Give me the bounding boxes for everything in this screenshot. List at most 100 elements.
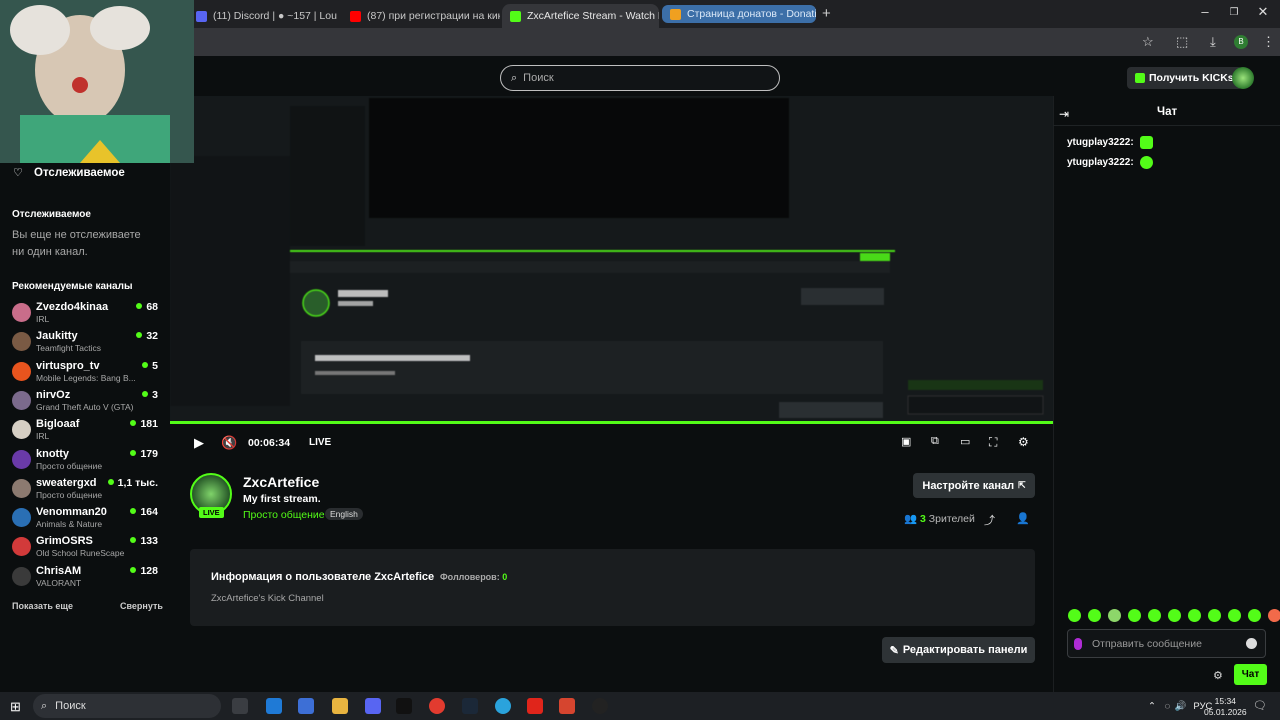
obs-icon[interactable] [592,698,608,714]
user-avatar[interactable] [1232,67,1254,89]
discord-icon[interactable] [365,698,381,714]
clock-time: 15:34 [1214,696,1236,706]
windows-start-icon[interactable]: ⊞ [10,699,21,715]
chat-settings-gear-icon[interactable]: ⚙ [1213,669,1223,682]
viewer-count: 5 [142,360,158,372]
theater-mode-icon[interactable]: ▭ [960,435,970,448]
channel-name: knotty [36,447,69,460]
emote-icon[interactable] [1228,609,1241,622]
sidebar-channel-item[interactable]: sweatergxd Просто общение 1,1 тыс. [12,476,162,502]
emote-icon[interactable] [1208,609,1221,622]
bookmark-star-icon[interactable]: ☆ [1142,34,1154,50]
volume-icon[interactable]: 🔊 [1175,701,1187,712]
live-indicator: LIVE [309,437,332,448]
sidebar-channel-item[interactable]: Jaukitty Teamfight Tactics 32 [12,329,162,355]
emote-icon[interactable] [1128,609,1141,622]
viewer-count: 128 [130,565,158,577]
sidebar-channel-item[interactable]: virtuspro_tv Mobile Legends: Bang B... 5 [12,359,162,385]
chat-message-input[interactable]: Отправить сообщение [1067,629,1266,658]
chat-title: Чат [1157,106,1178,118]
settings-gear-icon[interactable]: ⚙ [1018,435,1029,449]
close-window-icon[interactable]: ✕ [1246,4,1280,20]
download-icon[interactable]: ⤓ [1210,34,1216,50]
tab-donations[interactable]: Страница донатов - Donation ✕ [662,5,816,23]
chat-username[interactable]: ytugplay3222: [1067,157,1134,168]
emote-icon[interactable] [1068,609,1081,622]
emote-icon[interactable] [1108,609,1121,622]
microphone-icon[interactable] [1074,637,1082,650]
follow-user-icon[interactable]: 👤 [1016,512,1030,525]
task-view-icon[interactable] [232,698,248,714]
webcam-image [0,0,194,163]
following-nav-link[interactable]: Отслеживаемое [34,167,125,179]
followers-number: 0 [502,572,508,582]
chat-username[interactable]: ytugplay3222: [1067,137,1134,148]
tab-label: (87) при регистрации на кике [367,10,500,22]
webcam-overlay [0,0,194,163]
youtube-icon[interactable] [527,698,543,714]
store-icon[interactable] [298,698,314,714]
collapse-link[interactable]: Свернуть [120,601,163,611]
sidebar-channel-item[interactable]: ChrisAM VALORANT 128 [12,564,162,590]
tab-youtube[interactable]: (87) при регистрации на кике ✕ [342,4,500,28]
taskbar-clock[interactable]: 15:34 05.01.2026 [1204,696,1247,718]
emote-icon[interactable] [1248,609,1261,622]
taskbar-search[interactable]: ⌕ Поиск [33,694,221,718]
mute-icon[interactable]: 🔇 [221,435,237,451]
quick-emotes [1068,609,1280,622]
search-placeholder: Поиск [523,72,554,84]
tab-discord[interactable]: (11) Discord | ● ~157 | Lou ✕ [188,4,338,28]
sidebar-channel-item[interactable]: GrimOSRS Old School RuneScape 133 [12,534,162,560]
new-tab-button[interactable]: + [822,5,831,22]
video-player[interactable] [170,96,1053,423]
telegram-icon[interactable] [495,698,511,714]
play-icon[interactable]: ▶ [194,435,204,451]
clip-icon[interactable]: ▣ [901,435,911,448]
kick-icon [510,10,521,22]
emote-icon[interactable] [1188,609,1201,622]
wifi-icon[interactable]: ◌ [1165,701,1171,712]
viewers-icon: 👥 [904,513,918,525]
profile-avatar[interactable]: B [1234,35,1248,49]
show-more-link[interactable]: Показать еще [12,601,73,611]
emote-icon[interactable] [1148,609,1161,622]
app-icon[interactable] [559,698,575,714]
menu-icon[interactable]: ⋮ [1262,34,1275,50]
fullscreen-icon[interactable]: ⛶ [989,435,997,450]
setup-channel-button[interactable]: Настройте канал ⇱ [913,473,1035,498]
sidebar-channel-item[interactable]: Bigloaaf IRL 181 [12,417,162,443]
video-progress-bar[interactable] [170,421,1053,424]
sidebar-channel-item[interactable]: knotty Просто общение 179 [12,447,162,473]
sidebar-channel-item[interactable]: Zvezdo4kinaa IRL 68 [12,300,162,326]
chrome-icon[interactable] [429,698,445,714]
emoji-icon[interactable] [1246,638,1257,649]
emote-icon[interactable] [1268,609,1280,622]
notification-icon[interactable]: 🗨 [1253,699,1267,712]
channel-avatar [12,361,31,381]
emote-icon[interactable] [1088,609,1101,622]
terminal-icon[interactable] [396,698,412,714]
steam-icon[interactable] [462,698,478,714]
miniplayer-icon[interactable]: ⧉ [931,435,939,448]
edge-icon[interactable] [266,698,282,714]
stream-category[interactable]: Просто общение [243,509,325,521]
collapse-chat-icon[interactable]: ⇥ [1059,107,1069,121]
sidebar-channel-item[interactable]: nirvOz Grand Theft Auto V (GTA) 3 [12,388,162,414]
share-icon[interactable]: ⤴ [984,512,995,528]
emote-icon[interactable] [1168,609,1181,622]
file-explorer-icon[interactable] [332,698,348,714]
edit-panels-button[interactable]: ✎ Редактировать панели [882,637,1035,663]
sidebar-channel-item[interactable]: Venomman20 Animals & Nature 164 [12,505,162,531]
player-time: 00:06:34 [248,437,291,449]
chevron-up-icon[interactable]: ⌃ [1148,701,1156,712]
following-empty-text: Вы еще не отслеживаете ни один канал. [12,229,141,258]
channel-name[interactable]: ZxcArtefice [243,474,319,490]
search-input[interactable]: ⌕ Поиск [500,65,780,91]
taskbar-search-label: Поиск [55,700,86,712]
extensions-icon[interactable]: ⬚ [1176,34,1188,50]
chat-send-button[interactable]: Чат [1234,664,1267,685]
donationalerts-icon [670,8,681,20]
tab-kick-stream[interactable]: ZxcArtefice Stream - Watch Live ✕ [502,4,659,28]
get-kicks-button[interactable]: Получить KICKs [1127,67,1242,89]
viewer-count: 181 [130,418,158,430]
